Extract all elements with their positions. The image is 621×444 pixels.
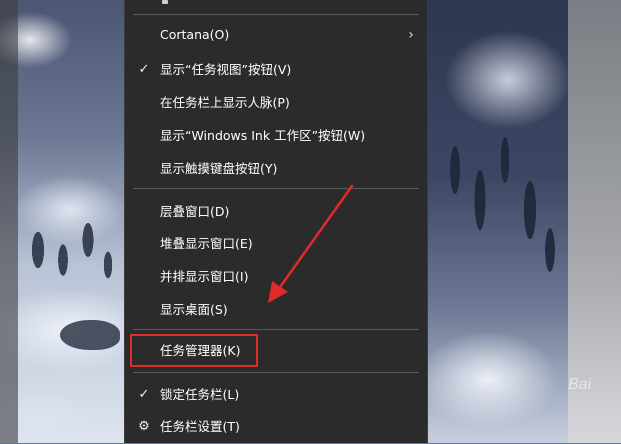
menu-item-show-task-view-button[interactable]: ✓ 显示“任务视图”按钮(V) [125, 53, 427, 87]
menu-item-cortana[interactable]: Cortana(O) › [125, 18, 427, 52]
menu-item-label: 堆叠显示窗口(E) [160, 236, 253, 251]
annotation-highlight-box [130, 334, 258, 367]
wallpaper-left-rock [60, 320, 120, 350]
watermark-logo: Bai [568, 376, 592, 393]
menu-item-show-people[interactable]: 在任务栏上显示人脉(P) [125, 86, 427, 120]
menu-item-label: 显示桌面(S) [160, 302, 228, 317]
wallpaper-left-trees [18, 210, 118, 300]
menu-item-label: 显示“Windows Ink 工作区”按钮(W) [160, 128, 366, 143]
gear-icon: ⚙ [138, 419, 150, 434]
menu-item-cascade-windows[interactable]: 层叠窗口(D) [125, 195, 427, 229]
menu-item-label: Cortana(O) [160, 27, 230, 42]
menu-separator [133, 329, 419, 330]
menu-item-show-windows-ink-button[interactable]: 显示“Windows Ink 工作区”按钮(W) [125, 119, 427, 153]
menu-item-label: 锁定任务栏(L) [160, 387, 240, 402]
menu-top-indicator [162, 0, 168, 4]
check-icon: ✓ [138, 387, 150, 402]
check-icon: ✓ [138, 62, 150, 77]
menu-separator [133, 372, 419, 373]
menu-separator [133, 188, 419, 189]
menu-item-label: 显示触摸键盘按钮(Y) [160, 161, 278, 176]
menu-item-stack-windows[interactable]: 堆叠显示窗口(E) [125, 227, 427, 261]
wallpaper-left-edge [0, 0, 18, 443]
menu-item-label: 层叠窗口(D) [160, 204, 230, 219]
menu-item-show-touch-keyboard-button[interactable]: 显示触摸键盘按钮(Y) [125, 152, 427, 186]
taskbar-context-menu: Cortana(O) › ✓ 显示“任务视图”按钮(V) 在任务栏上显示人脉(P… [124, 0, 428, 443]
menu-item-label: 显示“任务视图”按钮(V) [160, 62, 292, 77]
menu-item-taskbar-settings[interactable]: ⚙ 任务栏设置(T) [125, 410, 427, 444]
menu-item-label: 在任务栏上显示人脉(P) [160, 95, 290, 110]
menu-item-show-desktop[interactable]: 显示桌面(S) [125, 293, 427, 327]
menu-item-label: 任务栏设置(T) [160, 419, 240, 434]
chevron-right-icon: › [408, 27, 414, 43]
menu-top-edge [125, 0, 427, 8]
menu-item-side-by-side-windows[interactable]: 并排显示窗口(I) [125, 260, 427, 294]
menu-item-lock-taskbar[interactable]: ✓ 锁定任务栏(L) [125, 378, 427, 412]
menu-separator [133, 14, 419, 15]
menu-item-label: 并排显示窗口(I) [160, 269, 249, 284]
wallpaper-right-trees [440, 110, 560, 310]
